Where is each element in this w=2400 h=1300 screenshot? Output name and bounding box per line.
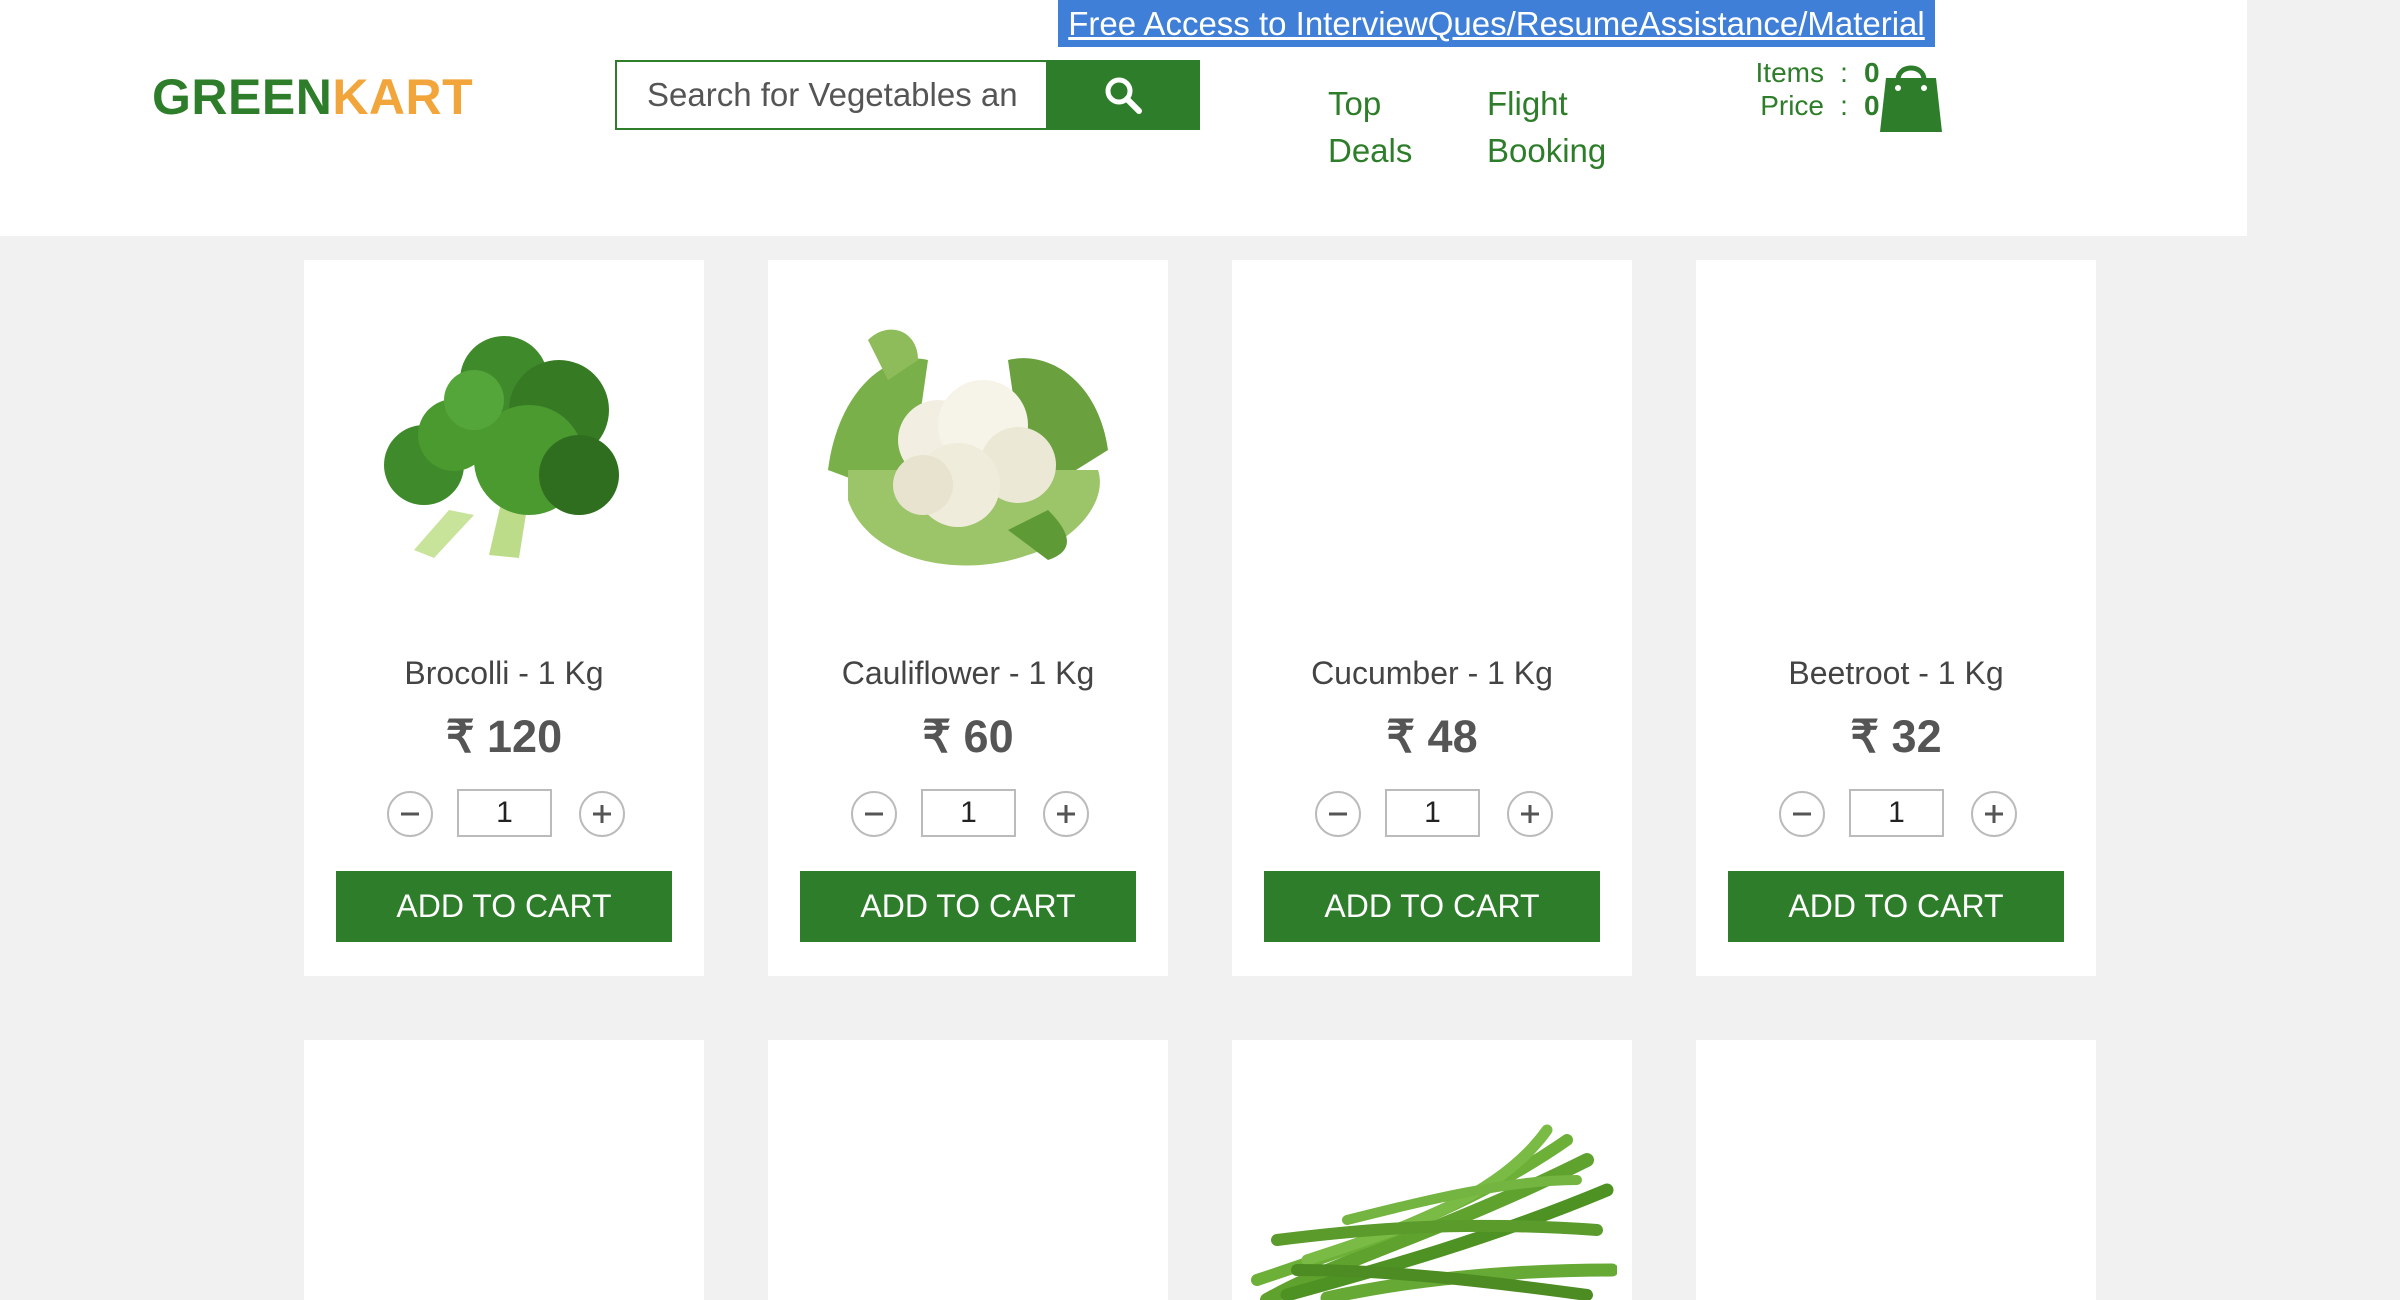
minus-icon [1793,812,1811,816]
product-card [304,1040,704,1300]
product-card [1232,1040,1632,1300]
search-bar [615,60,1200,130]
plus-icon [1521,805,1539,823]
quantity-stepper [847,789,1090,841]
price-label: Price [1760,90,1824,121]
decrement-button[interactable] [1315,791,1361,837]
product-price: ₹ 48 [1386,711,1478,762]
minus-icon [401,812,419,816]
add-to-cart-button[interactable]: ADD TO CART [1728,871,2064,942]
nav-top-deals-line1: Top [1328,85,1382,122]
product-name: Brocolli - 1 Kg [404,655,604,691]
product-name: Beetroot - 1 Kg [1788,655,2004,691]
decrement-button[interactable] [1779,791,1825,837]
cauliflower-image [828,329,1108,566]
quantity-input[interactable] [1849,789,1944,837]
items-label: Items [1755,57,1824,88]
promo-link[interactable]: Free Access to InterviewQues/ResumeAssis… [1058,0,1935,47]
price-separator: : [1840,90,1848,121]
search-input[interactable] [615,60,1046,130]
product-image-cucumber [1232,300,1632,580]
decrement-button[interactable] [851,791,897,837]
plus-icon [593,805,611,823]
add-to-cart-button[interactable]: ADD TO CART [800,871,1136,942]
quantity-input[interactable] [1385,789,1480,837]
product-card: Brocolli - 1 Kg ₹ 120 ADD TO CART [304,260,704,976]
cart-summary: Items : 0 Price : 0 [1712,56,1894,122]
cart-bag-icon[interactable] [1876,58,1946,134]
green-beans-image [1251,1124,1617,1300]
product-price: ₹ 32 [1850,711,1942,762]
product-image-beans [1232,1120,1632,1300]
minus-icon [1329,812,1347,816]
minus-icon [865,812,883,816]
nav-top-deals[interactable]: Top Deals [1328,80,1412,174]
product-price: ₹ 60 [922,711,1014,762]
plus-icon [1057,805,1075,823]
site-header: Free Access to InterviewQues/ResumeAssis… [0,0,2247,236]
nav-flight-booking[interactable]: Flight Booking [1487,80,1606,174]
product-card [768,1040,1168,1300]
product-image-beetroot [1696,300,2096,580]
increment-button[interactable] [1043,791,1089,837]
product-image-cauliflower [768,300,1168,580]
product-card: Cucumber - 1 Kg ₹ 48 ADD TO CART [1232,260,1632,976]
plus-icon [1985,805,2003,823]
logo-kart-text: KART [332,69,474,125]
quantity-stepper [1311,789,1554,841]
product-card: Beetroot - 1 Kg ₹ 32 ADD TO CART [1696,260,2096,976]
add-to-cart-button[interactable]: ADD TO CART [336,871,672,942]
product-price: ₹ 120 [445,711,563,762]
quantity-input[interactable] [457,789,552,837]
increment-button[interactable] [1971,791,2017,837]
search-button[interactable] [1046,60,1200,130]
add-to-cart-button[interactable]: ADD TO CART [1264,871,1600,942]
increment-button[interactable] [579,791,625,837]
increment-button[interactable] [1507,791,1553,837]
quantity-input[interactable] [921,789,1016,837]
product-card: Cauliflower - 1 Kg ₹ 60 ADD TO CART [768,260,1168,976]
broccoli-image [384,336,619,558]
search-icon [1105,77,1142,114]
product-image-broccoli [304,300,704,580]
product-name: Cauliflower - 1 Kg [841,655,1095,691]
quantity-stepper [383,789,626,841]
product-card [1696,1040,2096,1300]
items-separator: : [1840,57,1848,88]
nav-flight-booking-line2: Booking [1487,132,1607,169]
quantity-stepper [1775,789,2018,841]
logo[interactable]: GREENKART [152,68,473,126]
product-name: Cucumber - 1 Kg [1311,655,1553,691]
nav-top-deals-line2: Deals [1328,132,1413,169]
nav-flight-booking-line1: Flight [1487,85,1568,122]
decrement-button[interactable] [387,791,433,837]
logo-green-text: GREEN [152,69,333,125]
